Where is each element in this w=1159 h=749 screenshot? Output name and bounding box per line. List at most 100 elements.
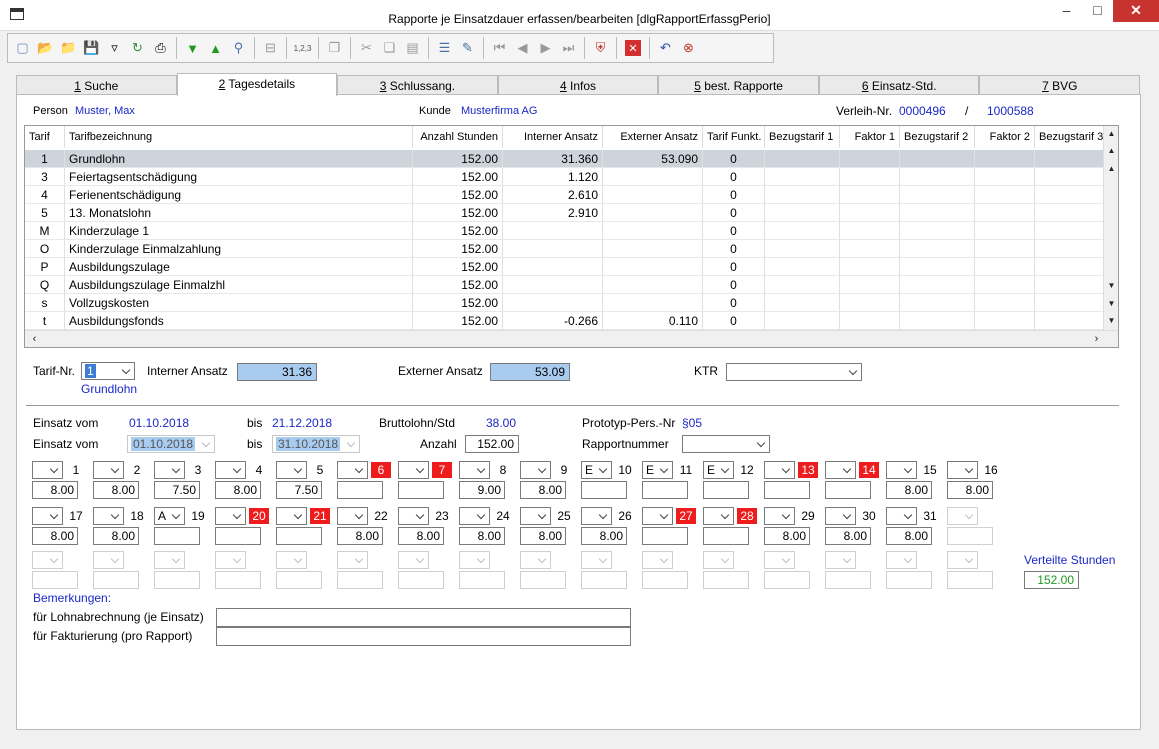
ktr-select[interactable] xyxy=(726,363,862,381)
tarif-grid[interactable]: Tarif Tarifbezeichnung Anzahl Stunden In… xyxy=(24,125,1119,348)
table-row[interactable]: 4 Ferienentschädigung 152.00 2.610 0 xyxy=(25,186,1105,204)
list-icon[interactable]: ☰ xyxy=(433,36,456,60)
externer-ansatz-input[interactable]: 53.09 xyxy=(490,363,570,381)
col-header-tarif[interactable]: Tarif xyxy=(25,126,65,148)
day-hours-input[interactable] xyxy=(764,481,810,499)
interner-ansatz-input[interactable]: 31.36 xyxy=(237,363,317,381)
day-code-select[interactable] xyxy=(215,461,246,479)
col-header-tarifbezeichnung[interactable]: Tarifbezeichnung xyxy=(65,126,413,148)
shield-icon[interactable]: ⛨ xyxy=(589,36,612,60)
day-hours-input[interactable]: 8.00 xyxy=(93,481,139,499)
lohnabrechnung-input[interactable] xyxy=(216,608,631,627)
next-record-icon[interactable]: ▶ xyxy=(534,36,557,60)
scroll-down-icon[interactable]: ▼ xyxy=(1104,281,1118,290)
day-code-select[interactable] xyxy=(32,461,63,479)
einsatz-bis-select[interactable]: 31.10.2018 xyxy=(272,435,360,453)
day-code-select[interactable] xyxy=(398,507,429,525)
col-header-interner-ansatz[interactable]: Interner Ansatz xyxy=(503,126,603,148)
anzahl-input[interactable]: 152.00 xyxy=(465,435,519,453)
cut-icon[interactable]: ✂ xyxy=(355,36,378,60)
day-code-select[interactable] xyxy=(947,461,978,479)
day-code-select[interactable] xyxy=(520,461,551,479)
paste-icon[interactable]: ▤ xyxy=(401,36,424,60)
day-hours-input[interactable]: 8.00 xyxy=(520,481,566,499)
open-up-icon[interactable]: 📁 xyxy=(57,36,80,60)
close-button[interactable]: ✕ xyxy=(1113,0,1159,22)
horizontal-scrollbar[interactable]: ‹ › xyxy=(25,330,1118,347)
calculator-icon[interactable]: ⊟ xyxy=(259,36,282,60)
day-code-select[interactable] xyxy=(520,507,551,525)
maximize-button[interactable]: □ xyxy=(1082,0,1113,22)
col-header-faktor-1[interactable]: Faktor 1 xyxy=(840,126,900,148)
day-code-select[interactable] xyxy=(703,507,734,525)
day-hours-input[interactable] xyxy=(703,481,749,499)
day-code-select[interactable] xyxy=(276,461,307,479)
day-hours-input[interactable] xyxy=(154,527,200,545)
day-hours-input[interactable]: 8.00 xyxy=(337,527,383,545)
col-header-anzahl-stunden[interactable]: Anzahl Stunden xyxy=(413,126,503,148)
day-code-select[interactable] xyxy=(459,461,490,479)
day-code-select[interactable]: E xyxy=(642,461,673,479)
previous-record-icon[interactable]: ◀ xyxy=(511,36,534,60)
day-code-select[interactable] xyxy=(886,461,917,479)
day-code-select[interactable] xyxy=(642,507,673,525)
table-row[interactable]: P Ausbildungszulage 152.00 0 xyxy=(25,258,1105,276)
col-header-bezugstarif-3[interactable]: Bezugstarif 3 xyxy=(1035,126,1105,148)
col-header-externer-ansatz[interactable]: Externer Ansatz xyxy=(603,126,703,148)
day-hours-input[interactable] xyxy=(581,481,627,499)
scroll-page-down-icon[interactable]: ▼ xyxy=(1104,299,1118,308)
day-hours-input[interactable] xyxy=(642,527,688,545)
col-header-bezugstarif-2[interactable]: Bezugstarif 2 xyxy=(900,126,975,148)
day-hours-input[interactable]: 8.00 xyxy=(32,481,78,499)
table-row[interactable]: 1 Grundlohn 152.00 31.360 53.090 0 xyxy=(25,150,1105,168)
exit-icon[interactable]: ⊗ xyxy=(677,36,700,60)
arrow-up-icon[interactable]: ▲ xyxy=(204,36,227,60)
day-hours-input[interactable]: 7.50 xyxy=(154,481,200,499)
day-code-select[interactable] xyxy=(825,461,856,479)
copy-icon[interactable]: ❏ xyxy=(378,36,401,60)
scroll-up-icon[interactable]: ▲ xyxy=(1104,164,1118,173)
first-record-icon[interactable]: ⏮ xyxy=(488,36,511,60)
day-code-select[interactable] xyxy=(398,461,429,479)
day-code-select[interactable] xyxy=(32,507,63,525)
day-hours-input[interactable]: 8.00 xyxy=(581,527,627,545)
tab-best-rapporte[interactable]: 5 best. Rapporte xyxy=(658,75,819,95)
day-hours-input[interactable] xyxy=(642,481,688,499)
copy-window-icon[interactable]: ❐ xyxy=(323,36,346,60)
fakturierung-input[interactable] xyxy=(216,627,631,646)
day-code-select[interactable] xyxy=(337,461,368,479)
save-icon[interactable]: 💾 xyxy=(80,36,103,60)
day-code-select[interactable] xyxy=(459,507,490,525)
tarif-nr-select[interactable]: 1 xyxy=(81,362,135,380)
tab-einsatz-std[interactable]: 6 Einsatz-Std. xyxy=(818,75,980,95)
day-hours-input[interactable]: 8.00 xyxy=(32,527,78,545)
day-code-select[interactable] xyxy=(154,461,185,479)
open-folder-icon[interactable]: 📂 xyxy=(34,36,57,60)
day-code-select[interactable]: A xyxy=(154,507,185,525)
table-row[interactable]: Q Ausbildungszulage Einmalzhl 152.00 0 xyxy=(25,276,1105,294)
rapportnummer-select[interactable] xyxy=(682,435,770,453)
table-row[interactable]: M Kinderzulage 1 152.00 0 xyxy=(25,222,1105,240)
scroll-page-up-icon[interactable]: ▲ xyxy=(1104,146,1118,155)
scroll-right-icon[interactable]: › xyxy=(1089,333,1104,345)
day-code-select[interactable] xyxy=(93,507,124,525)
tab-tagesdetails[interactable]: 2 Tagesdetails xyxy=(176,73,338,96)
day-hours-input[interactable]: 8.00 xyxy=(93,527,139,545)
day-code-select[interactable] xyxy=(276,507,307,525)
day-hours-input[interactable]: 8.00 xyxy=(398,527,444,545)
tab-infos[interactable]: 4 Infos xyxy=(497,75,659,95)
day-code-select[interactable]: E xyxy=(581,461,612,479)
col-header-bezugstarif-1[interactable]: Bezugstarif 1 xyxy=(765,126,840,148)
scroll-top-icon[interactable]: ▲ xyxy=(1104,129,1118,138)
day-hours-input[interactable]: 8.00 xyxy=(886,527,932,545)
table-row[interactable]: O Kinderzulage Einmalzahlung 152.00 0 xyxy=(25,240,1105,258)
day-hours-input[interactable]: 8.00 xyxy=(947,481,993,499)
day-hours-input[interactable]: 8.00 xyxy=(215,481,261,499)
filter-icon[interactable]: ▿ xyxy=(103,36,126,60)
day-code-select[interactable] xyxy=(825,507,856,525)
einsatz-vom-select[interactable]: 01.10.2018 xyxy=(127,435,215,453)
refresh-icon[interactable]: ↻ xyxy=(126,36,149,60)
day-code-select[interactable] xyxy=(886,507,917,525)
col-header-tarif-funkt[interactable]: Tarif Funkt. xyxy=(703,126,765,148)
edit-icon[interactable]: ✎ xyxy=(456,36,479,60)
